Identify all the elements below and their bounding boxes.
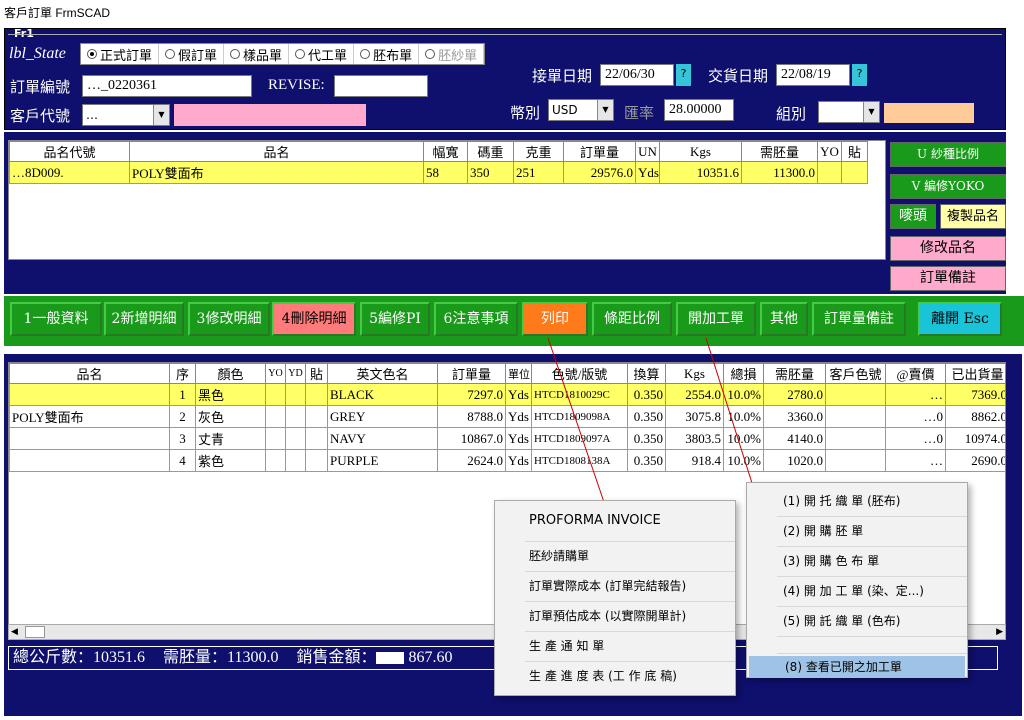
- print-menu: PROFORMA INVOICE 胚紗請購單 訂單實際成本 (訂單完結報告) 訂…: [494, 500, 736, 696]
- menu-item-blank: [747, 637, 967, 653]
- menu-item-actual-cost[interactable]: 訂單實際成本 (訂單完結報告): [495, 572, 735, 601]
- menu-item-open-greige-weaving[interactable]: (1) 開 托 織 單 (胚布): [747, 487, 967, 516]
- menu-item-view-processing-orders[interactable]: (8) 查看已開之加工單: [749, 656, 965, 678]
- work-order-menu: (1) 開 托 織 單 (胚布) (2) 開 購 胚 單 (3) 開 購 色 布…: [746, 482, 968, 678]
- menu-item-production-progress[interactable]: 生 產 進 度 表 (工 作 底 稿): [495, 662, 735, 691]
- menu-item-open-processing-order[interactable]: (4) 開 加 工 單 (染、定...): [747, 577, 967, 606]
- menu-item-proforma-invoice[interactable]: PROFORMA INVOICE: [495, 501, 735, 541]
- menu-item-open-color-cloth-purchase[interactable]: (3) 開 購 色 布 單: [747, 547, 967, 576]
- menu-item-production-notice[interactable]: 生 產 通 知 單: [495, 632, 735, 661]
- menu-item-estimated-cost[interactable]: 訂單預估成本 (以實際開單計): [495, 602, 735, 631]
- menu-item-yarn-requisition[interactable]: 胚紗請購單: [495, 542, 735, 571]
- menu-item-open-greige-purchase[interactable]: (2) 開 購 胚 單: [747, 517, 967, 546]
- menu-item-open-color-weaving[interactable]: (5) 開 託 織 單 (色布): [747, 607, 967, 636]
